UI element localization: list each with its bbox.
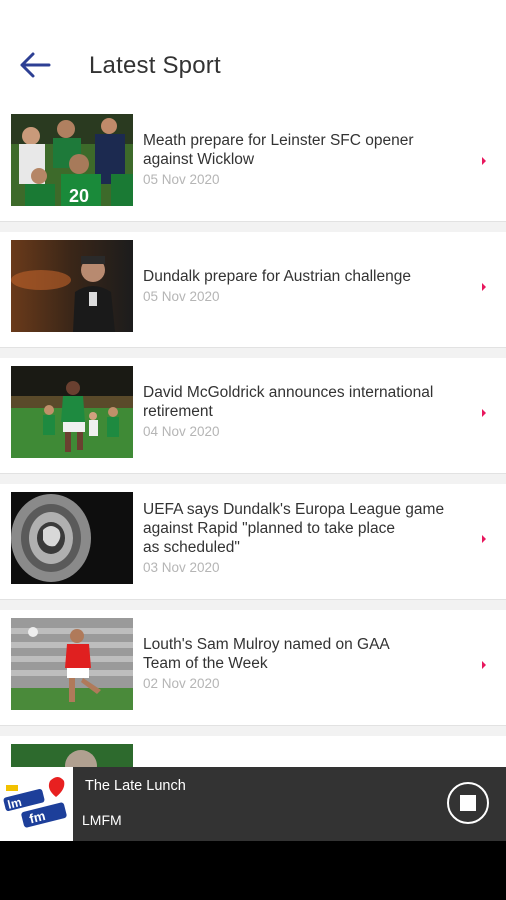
article-date: 04 Nov 2020 (143, 424, 220, 439)
article-date: 05 Nov 2020 (143, 172, 220, 187)
article-date: 05 Nov 2020 (143, 289, 220, 304)
page-title: Latest Sport (89, 52, 221, 79)
article-headline: Dundalk prepare for Austrian challenge (143, 268, 411, 285)
stop-icon (460, 795, 476, 811)
chevron-right-icon (482, 535, 486, 543)
manager-portrait-photo (11, 240, 133, 332)
chevron-right-icon (482, 661, 486, 669)
svg-text:20: 20 (69, 186, 89, 206)
gaa-player-kicking-photo (11, 618, 133, 710)
article-headline: David McGoldrick announces international… (143, 384, 434, 420)
arrow-left-icon[interactable] (18, 50, 52, 80)
article-item[interactable]: UEFA says Dundalk's Europa League game a… (0, 484, 506, 600)
article-list: 20 Meath prepare for Leinster SFC opener… (0, 106, 506, 862)
lmfm-logo: lm fm (0, 767, 73, 841)
app-header: Latest Sport (0, 0, 506, 106)
chevron-right-icon (482, 283, 486, 291)
system-navigation-bar (0, 841, 506, 900)
ireland-football-match-photo (11, 366, 133, 458)
now-playing-station: LMFM (82, 812, 122, 828)
article-item[interactable]: Louth's Sam Mulroy named on GAA Team of … (0, 610, 506, 726)
article-item[interactable]: 20 Meath prepare for Leinster SFC opener… (0, 106, 506, 222)
article-date: 03 Nov 2020 (143, 560, 220, 575)
stop-button[interactable] (447, 782, 489, 824)
chevron-right-icon (482, 157, 486, 165)
article-item[interactable]: David McGoldrick announces international… (0, 358, 506, 474)
article-item[interactable]: Dundalk prepare for Austrian challenge 0… (0, 232, 506, 348)
now-playing-bar[interactable]: lm fm The Late Lunch LMFM (0, 767, 506, 841)
gaa-team-huddle-photo: 20 (11, 114, 133, 206)
article-headline: Louth's Sam Mulroy named on GAA Team of … (143, 636, 390, 672)
europa-league-trophy-photo (11, 492, 133, 584)
article-date: 02 Nov 2020 (143, 676, 220, 691)
chevron-right-icon (482, 409, 486, 417)
article-headline: UEFA says Dundalk's Europa League game a… (143, 501, 445, 556)
now-playing-show: The Late Lunch (85, 778, 186, 794)
article-headline: Meath prepare for Leinster SFC opener ag… (143, 132, 414, 168)
